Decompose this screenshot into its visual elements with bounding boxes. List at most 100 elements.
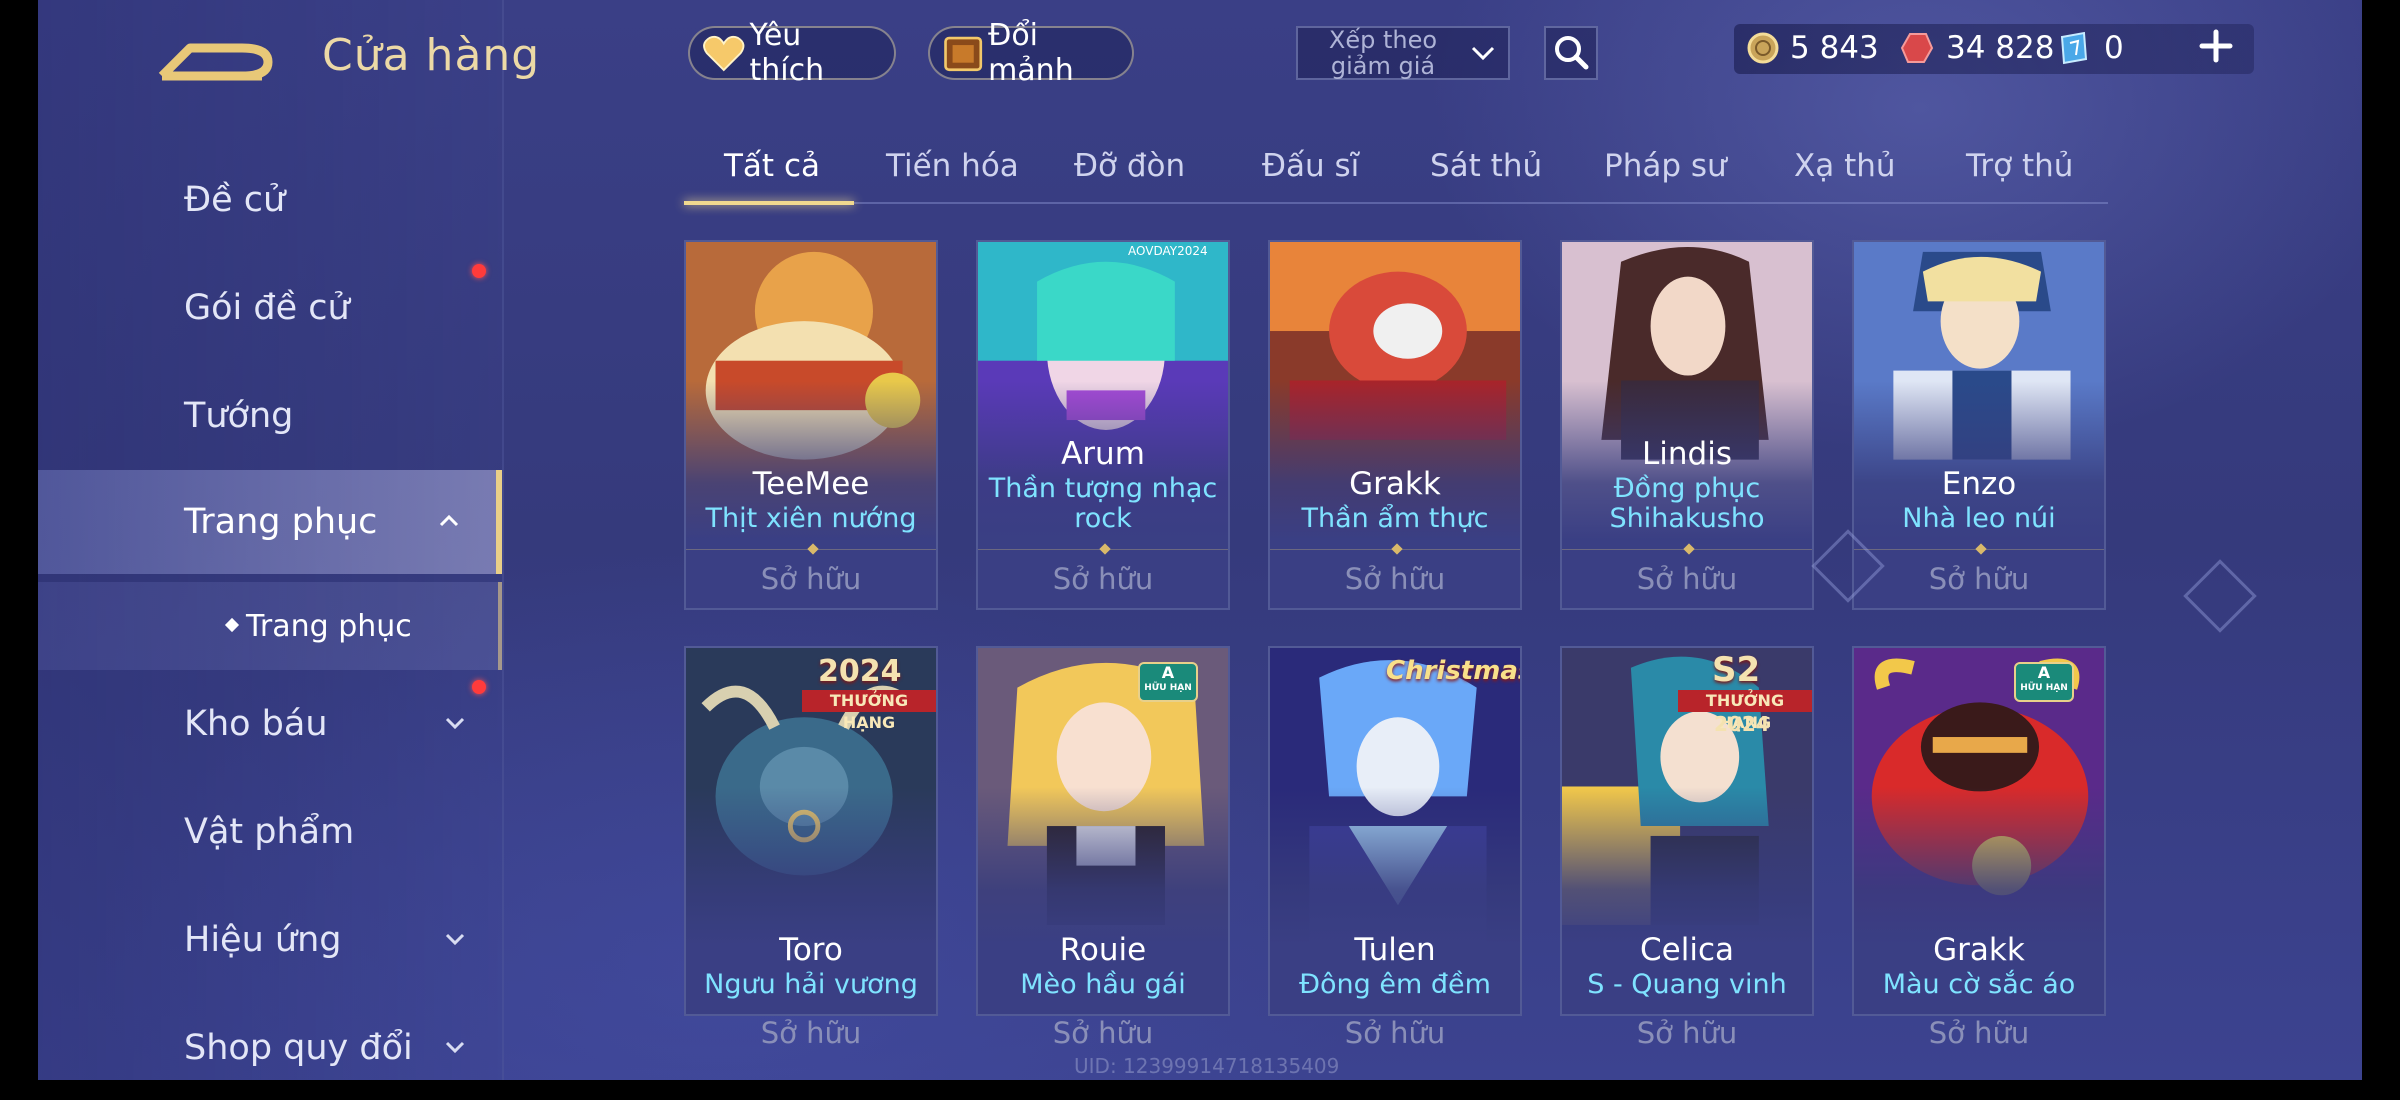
skin-card[interactable]: A HỮU HẠN Rouie Mèo hầu gái [976, 646, 1230, 1016]
tab-support[interactable]: Trợ thủ [1966, 148, 2073, 184]
skin-name: Thịt xiên nướng [705, 503, 917, 534]
tab-all[interactable]: Tất cả [724, 148, 820, 184]
skin-name: Nhà leo núi [1902, 503, 2056, 534]
shop-screen: Cửa hàng Đề cử Gói đề cử Tướng Trang phụ… [0, 0, 2400, 1080]
sidebar-item-items[interactable]: Vật phẩm [38, 780, 502, 884]
chevron-up-icon [439, 514, 459, 527]
add-currency-button[interactable] [2194, 24, 2238, 68]
christmas-badge: Christmas [1386, 656, 1522, 686]
owned-status: Sở hữu [1052, 1016, 1154, 1050]
hero-name: Lindis [1642, 436, 1732, 472]
tab-evolution[interactable]: Tiến hóa [886, 148, 1019, 184]
chevron-down-icon [1471, 46, 1495, 61]
search-button[interactable] [1544, 26, 1598, 80]
decor-diamond-icon [2183, 559, 2257, 633]
exchange-fragments-label: Đổi mảnh [988, 18, 1074, 88]
gold-coin-icon [1747, 32, 1779, 64]
sidebar-item-heroes[interactable]: Tướng [38, 364, 502, 468]
skin-card[interactable]: TeeMee Thịt xiên nướng Sở hữu [684, 240, 938, 610]
sidebar-item-recommended[interactable]: Đề cử [38, 148, 502, 252]
sidebar-item-label: Kho báu [184, 704, 328, 744]
hero-name: Grakk [1349, 466, 1441, 502]
sort-label: Xếp theo giảm giá [1328, 26, 1438, 80]
chevron-down-icon [445, 933, 465, 946]
skin-card[interactable]: 2024 THƯỞNG HẠNG Toro Ngưu hải vương [684, 646, 938, 1016]
owned-status: Sở hữu [1928, 1016, 2030, 1050]
rank-reward-label: THƯỞNG HẠNG [802, 690, 936, 732]
limited-badge: A HỮU HẠN [1138, 662, 1198, 702]
sidebar-item-label: Gói đề cử [184, 288, 350, 328]
skin-card[interactable]: Grakk Thần ẩm thực Sở hữu [1268, 240, 1522, 610]
skin-card[interactable]: A HỮU HẠN Grakk Màu cờ sắc áo [1852, 646, 2106, 1016]
skin-name: Mèo hầu gái [1020, 969, 1186, 1000]
owned-status: Sở hữu [1854, 543, 2104, 608]
exchange-fragments-button[interactable]: Đổi mảnh [928, 18, 1134, 88]
skin-card[interactable]: S2 THƯỞNG HẠNG 2024 Celica S - Quang vin… [1560, 646, 1814, 1016]
favorites-label: Yêu thích [749, 18, 825, 88]
sidebar-subitem-skins[interactable]: Trang phục [38, 582, 502, 670]
search-icon [1555, 36, 1589, 70]
plus-icon [2199, 29, 2233, 63]
sidebar-item-treasure[interactable]: Kho báu [38, 672, 502, 776]
screen-bezel [0, 0, 38, 1080]
voucher-gem-icon [1900, 33, 1934, 63]
voucher-amount: 34 828 [1946, 30, 2055, 66]
hero-name: Grakk [1933, 932, 2025, 968]
fragment-chest-icon [944, 36, 983, 72]
voucher-currency: 34 828 [1900, 30, 2054, 66]
rank-reward-badge: S2 [1712, 650, 1761, 690]
hero-name: Arum [1061, 436, 1145, 472]
skin-name: Ngưu hải vương [704, 969, 918, 1000]
sidebar-subitem-label: Trang phục [246, 608, 412, 644]
page-title: Cửa hàng [322, 30, 541, 81]
diamond-card-icon [2060, 31, 2088, 65]
diamond-currency: 0 [2056, 30, 2124, 66]
gold-currency: 5 843 [1746, 30, 1879, 66]
back-button[interactable] [150, 28, 280, 90]
notification-dot [472, 264, 486, 278]
skin-card[interactable]: AOVDAY2024 Arum Thần tượng nhạc rock Sở … [976, 240, 1230, 610]
skin-name: Đồng phục Shihakusho [1609, 473, 1765, 534]
skin-card[interactable]: Lindis Đồng phục Shihakusho Sở hữu [1560, 240, 1814, 610]
heart-icon [703, 35, 745, 72]
owned-status: Sở hữu [1344, 1016, 1446, 1050]
hero-name: Rouie [1059, 932, 1147, 968]
skin-card[interactable]: Christmas Tulen Đông êm đềm [1268, 646, 1522, 1016]
bullet-icon [224, 617, 240, 633]
sidebar-item-label: Hiệu ứng [184, 920, 342, 960]
owned-status: Sở hữu [686, 543, 936, 608]
sidebar-item-label: Vật phẩm [184, 812, 355, 852]
skin-card[interactable]: Enzo Nhà leo núi Sở hữu [1852, 240, 2106, 610]
rank-reward-label: THƯỞNG HẠNG [1678, 690, 1812, 732]
tab-marksman[interactable]: Xạ thủ [1794, 148, 1896, 184]
hero-name: Celica [1640, 932, 1734, 968]
rank-reward-badge: 2024 [818, 654, 902, 689]
skin-name: Màu cờ sắc áo [1882, 969, 2076, 1000]
owned-status: Sở hữu [1562, 543, 1812, 608]
hero-name: Toro [779, 932, 843, 968]
gold-amount: 5 843 [1790, 30, 1879, 66]
tab-mage[interactable]: Pháp sư [1604, 148, 1727, 184]
sidebar-item-label: Tướng [184, 396, 294, 436]
owned-status: Sở hữu [760, 1016, 862, 1050]
skin-name: Thần ẩm thực [1301, 503, 1489, 534]
back-arrow-icon [158, 43, 273, 81]
sidebar-item-skins[interactable]: Trang phục [38, 470, 502, 574]
sidebar-item-exchange-shop[interactable]: Shop quy đổi [38, 996, 502, 1100]
limited-badge: A HỮU HẠN [2014, 662, 2074, 702]
favorites-button[interactable]: Yêu thích [688, 18, 896, 88]
hero-name: Enzo [1941, 466, 2017, 502]
tab-fighter[interactable]: Đấu sĩ [1262, 148, 1359, 184]
sidebar-item-label: Shop quy đổi [184, 1028, 413, 1068]
chevron-down-icon [445, 1041, 465, 1054]
tab-assassin[interactable]: Sát thủ [1430, 148, 1542, 184]
tab-tank[interactable]: Đỡ đòn [1074, 148, 1185, 184]
sidebar-item-recommended-bundles[interactable]: Gói đề cử [38, 256, 502, 360]
screen-bezel [2362, 0, 2400, 1080]
sort-dropdown[interactable]: Xếp theo giảm giá [1296, 26, 1510, 80]
active-tab-indicator [684, 201, 854, 205]
owned-status: Sở hữu [1270, 543, 1520, 608]
owned-status: Sở hữu [1636, 1016, 1738, 1050]
sidebar-item-effects[interactable]: Hiệu ứng [38, 888, 502, 992]
event-tag: AOVDAY2024 [1128, 244, 1208, 258]
